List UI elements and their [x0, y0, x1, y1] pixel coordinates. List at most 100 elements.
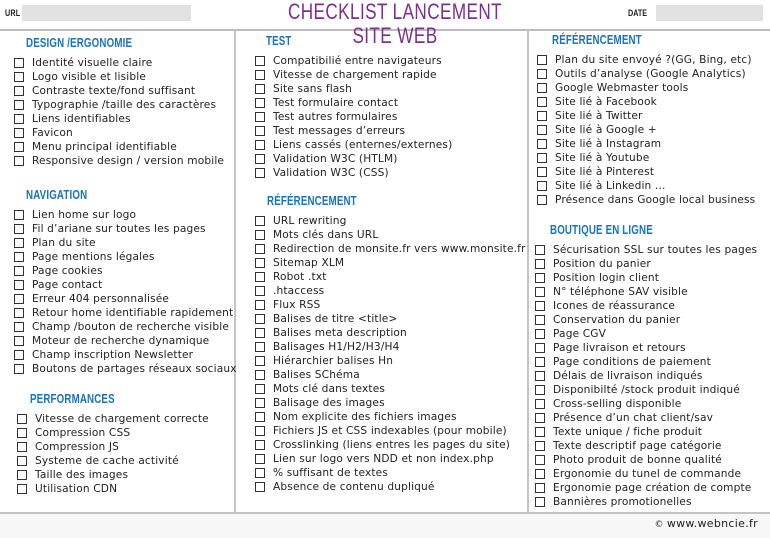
checkbox[interactable] — [14, 238, 24, 248]
checkbox[interactable] — [537, 125, 547, 135]
checklist-item[interactable]: Boutons de partages réseaux sociaux — [14, 362, 237, 376]
checkbox[interactable] — [535, 427, 545, 437]
checkbox[interactable] — [255, 398, 265, 408]
checkbox[interactable] — [14, 210, 24, 220]
checklist-item[interactable]: Test autres formulaires — [255, 110, 452, 124]
checklist-item[interactable]: Position du panier — [535, 257, 757, 271]
checklist-item[interactable]: Utilisation CDN — [17, 482, 209, 496]
checkbox[interactable] — [255, 342, 265, 352]
checklist-item[interactable]: Robot .txt — [255, 270, 526, 284]
checkbox[interactable] — [255, 300, 265, 310]
checklist-item[interactable]: Ergonomie page création de compte — [535, 481, 757, 495]
checkbox[interactable] — [255, 468, 265, 478]
checklist-item[interactable]: Icones de réassurance — [535, 299, 757, 313]
checklist-item[interactable]: Liens identifiables — [14, 112, 224, 126]
checkbox[interactable] — [255, 440, 265, 450]
checkbox[interactable] — [535, 329, 545, 339]
checklist-item[interactable]: Moteur de recherche dynamique — [14, 334, 237, 348]
checklist-item[interactable]: Redirection de monsite.fr vers www.monsi… — [255, 242, 526, 256]
checklist-item[interactable]: Site lié à Instagram — [537, 137, 755, 151]
checklist-item[interactable]: Ergonomie du tunel de commande — [535, 467, 757, 481]
checklist-item[interactable]: Balises de titre <title> — [255, 312, 526, 326]
checkbox[interactable] — [535, 315, 545, 325]
checklist-item[interactable]: Champ /bouton de recherche visible — [14, 320, 237, 334]
checkbox[interactable] — [255, 412, 265, 422]
checkbox[interactable] — [535, 483, 545, 493]
checklist-item[interactable]: Site lié à Pinterest — [537, 165, 755, 179]
checklist-item[interactable]: Plan du site envoyé ?(GG, Bing, etc) — [537, 53, 755, 67]
checklist-item[interactable]: Texte descriptif page catégorie — [535, 439, 757, 453]
checkbox[interactable] — [537, 111, 547, 121]
checkbox[interactable] — [537, 83, 547, 93]
checklist-item[interactable]: % suffisant de textes — [255, 466, 526, 480]
checkbox[interactable] — [255, 168, 265, 178]
checklist-item[interactable]: Sécurisation SSL sur toutes les pages — [535, 243, 757, 257]
checkbox[interactable] — [14, 308, 24, 318]
checkbox[interactable] — [255, 454, 265, 464]
checklist-item[interactable]: Site lié à Linkedin ... — [537, 179, 755, 193]
checklist-item[interactable]: Position login client — [535, 271, 757, 285]
checklist-item[interactable]: Hiérarchier balises Hn — [255, 354, 526, 368]
checklist-item[interactable]: Compression JS — [17, 440, 209, 454]
checkbox[interactable] — [535, 301, 545, 311]
checklist-item[interactable]: .htaccess — [255, 284, 526, 298]
checklist-item[interactable]: Site sans flash — [255, 82, 452, 96]
checkbox[interactable] — [14, 294, 24, 304]
checklist-item[interactable]: Crosslinking (liens entres les pages du … — [255, 438, 526, 452]
checkbox[interactable] — [535, 343, 545, 353]
checklist-item[interactable]: Validation W3C (HTLM) — [255, 152, 452, 166]
checklist-item[interactable]: Fil d’ariane sur toutes les pages — [14, 222, 237, 236]
checkbox[interactable] — [535, 259, 545, 269]
checklist-item[interactable]: Systeme de cache activité — [17, 454, 209, 468]
checklist-item[interactable]: Compatibilié entre navigateurs — [255, 54, 452, 68]
checkbox[interactable] — [255, 482, 265, 492]
checklist-item[interactable]: Google Webmaster tools — [537, 81, 755, 95]
checklist-item[interactable]: Typographie /taille des caractères — [14, 98, 224, 112]
checkbox[interactable] — [14, 224, 24, 234]
checklist-item[interactable]: N° téléphone SAV visible — [535, 285, 757, 299]
checkbox[interactable] — [255, 370, 265, 380]
checkbox[interactable] — [14, 114, 24, 124]
url-field[interactable] — [22, 5, 191, 21]
checkbox[interactable] — [535, 357, 545, 367]
checklist-item[interactable]: Menu principal identifiable — [14, 140, 224, 154]
checkbox[interactable] — [535, 469, 545, 479]
checklist-item[interactable]: Retour home identifiable rapidement — [14, 306, 237, 320]
checklist-item[interactable]: Mots clés dans URL — [255, 228, 526, 242]
checkbox[interactable] — [535, 441, 545, 451]
checklist-item[interactable]: Flux RSS — [255, 298, 526, 312]
checkbox[interactable] — [537, 97, 547, 107]
checkbox[interactable] — [255, 314, 265, 324]
checklist-item[interactable]: Identité visuelle claire — [14, 56, 224, 70]
checkbox[interactable] — [14, 252, 24, 262]
checklist-item[interactable]: Fichiers JS et CSS indexables (pour mobi… — [255, 424, 526, 438]
checklist-item[interactable]: Site lié à Facebook — [537, 95, 755, 109]
checklist-item[interactable]: Balisages H1/H2/H3/H4 — [255, 340, 526, 354]
checklist-item[interactable]: Plan du site — [14, 236, 237, 250]
checkbox[interactable] — [535, 287, 545, 297]
checkbox[interactable] — [537, 167, 547, 177]
checkbox[interactable] — [14, 156, 24, 166]
checkbox[interactable] — [255, 426, 265, 436]
checklist-item[interactable]: Vitesse de chargement correcte — [17, 412, 209, 426]
checkbox[interactable] — [14, 350, 24, 360]
checklist-item[interactable]: Cross-selling disponible — [535, 397, 757, 411]
checkbox[interactable] — [535, 273, 545, 283]
checkbox[interactable] — [535, 245, 545, 255]
checklist-item[interactable]: Sitemap XLM — [255, 256, 526, 270]
checkbox[interactable] — [535, 399, 545, 409]
checkbox[interactable] — [255, 244, 265, 254]
checklist-item[interactable]: Délais de livraison indiqués — [535, 369, 757, 383]
credit-link[interactable]: www.webncie.fr — [667, 517, 758, 530]
checklist-item[interactable]: Test formulaire contact — [255, 96, 452, 110]
checklist-item[interactable]: Test messages d’erreurs — [255, 124, 452, 138]
checklist-item[interactable]: Conservation du panier — [535, 313, 757, 327]
checkbox[interactable] — [17, 484, 27, 494]
checkbox[interactable] — [255, 140, 265, 150]
checklist-item[interactable]: Favicon — [14, 126, 224, 140]
checkbox[interactable] — [255, 258, 265, 268]
checklist-item[interactable]: Contraste texte/fond suffisant — [14, 84, 224, 98]
checkbox[interactable] — [535, 497, 545, 507]
checklist-item[interactable]: Balises meta description — [255, 326, 526, 340]
checkbox[interactable] — [14, 128, 24, 138]
